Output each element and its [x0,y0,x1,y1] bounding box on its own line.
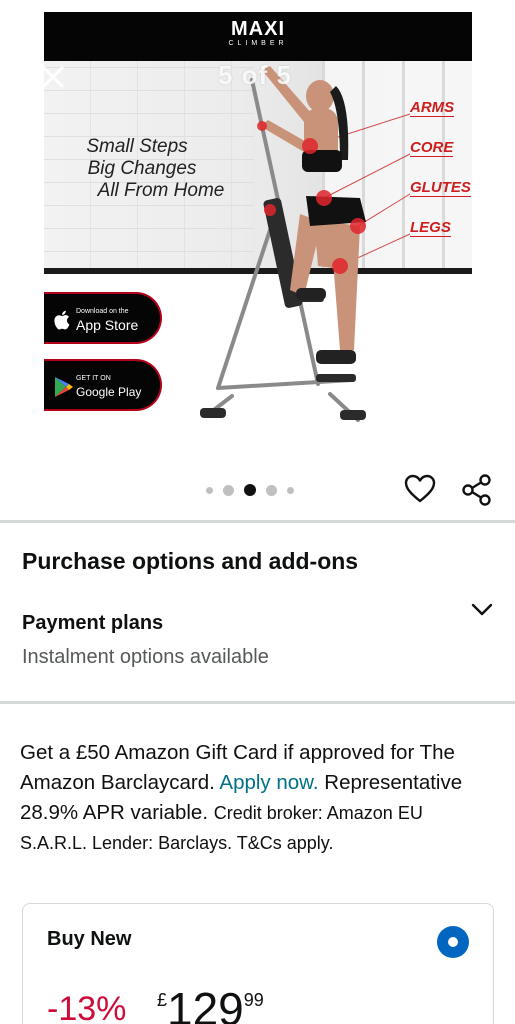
image-counter: 5 of 5 [218,60,292,90]
carousel-dot[interactable] [266,484,277,496]
google-play-badge: GET IT ON Google Play [44,359,162,411]
product-tagline: Small Steps Big Changes All From Home [58,136,238,202]
price-fraction: 99 [243,990,264,1010]
window-background [322,61,472,274]
photo-floor-strip [44,268,472,274]
label-arms: ARMS [410,99,455,117]
carousel-dots[interactable] [206,484,294,496]
share-icon[interactable] [461,474,493,506]
brand-banner: MAXI CLIMBER [44,12,472,61]
carousel-dot[interactable] [287,486,294,494]
app-store-small-text: Download on the [76,308,129,315]
tagline-line-3: All From Home [97,180,225,201]
buy-new-title: Buy New [47,928,132,950]
carousel-dot[interactable] [223,484,234,496]
heart-icon[interactable] [404,474,436,504]
product-image-gallery[interactable]: MAXI CLIMBER Small Steps Big Changes All… [0,0,515,520]
section-divider [0,520,515,523]
barclaycard-offer: Get a £50 Amazon Gift Card if approved f… [20,738,490,858]
brand-logo: MAXI CLIMBER [44,18,472,48]
carousel-dot[interactable] [206,486,213,494]
price-whole: 129 [167,983,244,1024]
carousel-dot-active[interactable] [244,484,256,496]
chevron-down-icon[interactable] [470,600,494,620]
brand-logo-subtext: CLIMBER [228,40,288,47]
apply-now-link[interactable]: Apply now. [219,771,318,794]
label-glutes: GLUTES [410,179,471,197]
brand-logo-text: MAXI [231,18,285,40]
payment-plans-subtitle: Instalment options available [22,646,269,668]
buy-new-option[interactable]: Buy New -13% £12999 [22,903,494,1024]
app-store-label: App Store [76,317,139,333]
google-play-icon [55,377,73,397]
apple-icon [54,310,70,330]
payment-plans-title: Payment plans [22,612,164,634]
price: £12999 [157,984,264,1024]
google-play-small-text: GET IT ON [76,375,111,382]
purchase-options-heading: Purchase options and add-ons [22,548,359,574]
label-core: CORE [410,139,454,157]
buy-new-radio-selected[interactable] [437,926,469,958]
tagline-line-1: Small Steps [86,136,188,157]
section-divider [0,701,515,704]
close-icon[interactable] [38,62,68,92]
google-play-label: Google Play [76,385,142,399]
price-currency: £ [157,990,168,1010]
app-store-badge: Download on the App Store [44,292,162,344]
tagline-line-2: Big Changes [87,158,197,179]
discount-percentage: -13% [47,990,127,1024]
label-legs: LEGS [410,219,451,237]
